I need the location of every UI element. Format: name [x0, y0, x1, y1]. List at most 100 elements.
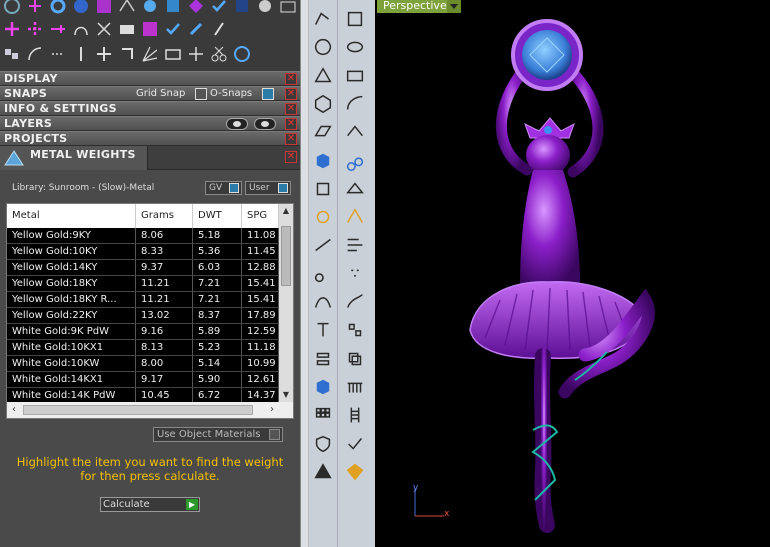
arc-icon[interactable] — [23, 42, 46, 65]
o-snaps-label[interactable]: O-Snaps — [210, 88, 252, 100]
bevel-tool-icon[interactable] — [161, 0, 184, 17]
vertical-scrollbar[interactable]: ▲ ▼ — [279, 204, 293, 402]
gv-checkbox[interactable] — [229, 183, 239, 193]
column-header[interactable]: DWT — [193, 204, 242, 228]
pyramid-icon[interactable] — [310, 459, 336, 485]
curve-tool-icon[interactable] — [69, 17, 92, 40]
check-icon[interactable] — [342, 431, 368, 457]
shield-icon[interactable] — [310, 431, 336, 457]
column-header[interactable]: SPG — [242, 204, 279, 228]
add-point-dotted-icon[interactable] — [23, 17, 46, 40]
grid-icon[interactable] — [310, 402, 336, 428]
close-icon[interactable]: ✕ — [285, 118, 297, 130]
triangle-icon[interactable] — [310, 63, 336, 89]
table-row[interactable]: Yellow Gold:10KY 8.33 5.36 11.45 — [7, 244, 279, 260]
table-row[interactable]: Yellow Gold:9KY 8.06 5.18 11.08 — [7, 228, 279, 244]
hexagon-icon[interactable] — [310, 91, 336, 117]
section-layers[interactable]: LAYERS ✕ — [0, 116, 300, 131]
close-icon[interactable]: ✕ — [285, 151, 297, 163]
grid-snap-label[interactable]: Grid Snap — [136, 88, 185, 100]
section-snaps[interactable]: SNAPS Grid Snap O-Snaps ✕ — [0, 86, 300, 101]
circle-icon[interactable] — [310, 34, 336, 60]
horizontal-scrollbar[interactable]: ‹ › — [7, 402, 293, 418]
layer-lock-icon[interactable] — [226, 118, 248, 130]
edit-tool-icon[interactable] — [184, 17, 207, 40]
measure-icon[interactable] — [310, 232, 336, 258]
ladder-icon[interactable] — [342, 402, 368, 428]
table-row[interactable]: White Gold:10KW 8.00 5.14 10.99 — [7, 356, 279, 372]
sphere-tool-icon[interactable] — [69, 0, 92, 17]
remove-point-icon[interactable] — [46, 17, 69, 40]
rotate-icon[interactable] — [115, 42, 138, 65]
circle-outline-icon[interactable] — [230, 42, 253, 65]
scroll-thumb[interactable] — [281, 226, 291, 286]
text-icon[interactable] — [310, 317, 336, 343]
column-header[interactable]: Metal — [7, 204, 136, 228]
gear-icon[interactable] — [310, 204, 336, 230]
section-projects[interactable]: PROJECTS ✕ — [0, 131, 300, 146]
polyline-icon[interactable] — [310, 6, 336, 32]
fan-icon[interactable] — [138, 42, 161, 65]
gem-tool-icon[interactable] — [184, 0, 207, 17]
use-object-materials-checkbox[interactable] — [269, 429, 280, 440]
add-point-icon[interactable] — [0, 17, 23, 40]
pattern-tool-icon[interactable] — [138, 17, 161, 40]
scroll-up-icon[interactable]: ▲ — [279, 204, 293, 218]
rect-select-icon[interactable] — [342, 6, 368, 32]
dotted-curve-icon[interactable] — [342, 289, 368, 315]
gv-toggle[interactable]: GV — [205, 181, 242, 195]
copy-icon[interactable] — [342, 346, 368, 372]
calculate-button[interactable]: Calculate ▶ — [100, 497, 200, 512]
move-icon[interactable] — [92, 42, 115, 65]
cylinder-icon[interactable] — [310, 176, 336, 202]
sweep-icon[interactable] — [342, 119, 368, 145]
ballerina-model[interactable] — [375, 0, 770, 547]
transform-tool-icon[interactable] — [23, 0, 46, 17]
close-icon[interactable]: ✕ — [285, 73, 297, 85]
table-row[interactable]: Yellow Gold:14KY 9.37 6.03 12.88 — [7, 260, 279, 276]
dots-icon[interactable] — [342, 261, 368, 287]
boolean-tool-icon[interactable] — [92, 0, 115, 17]
ellipse-icon[interactable] — [342, 34, 368, 60]
check-tool-icon[interactable] — [207, 0, 230, 17]
align-left-icon[interactable] — [342, 232, 368, 258]
close-icon[interactable]: ✕ — [285, 88, 297, 100]
cube-icon[interactable] — [310, 148, 336, 174]
picker-tool-icon[interactable] — [207, 17, 230, 40]
spheres-icon[interactable] — [342, 148, 368, 174]
user-toggle[interactable]: User — [245, 181, 291, 195]
scroll-thumb[interactable] — [23, 405, 253, 415]
rectangle-icon[interactable] — [342, 63, 368, 89]
blobs-icon[interactable] — [310, 261, 336, 287]
align-icon[interactable] — [161, 42, 184, 65]
user-checkbox[interactable] — [278, 183, 288, 193]
comb-icon[interactable] — [342, 374, 368, 400]
checkmark-icon[interactable] — [161, 17, 184, 40]
sphere-small-icon[interactable] — [253, 0, 276, 17]
column-header[interactable]: Grams — [136, 204, 193, 228]
table-row[interactable]: White Gold:9K PdW 9.16 5.89 12.59 — [7, 324, 279, 340]
cubes-icon[interactable] — [0, 42, 23, 65]
eye-icon[interactable] — [254, 118, 276, 130]
distribute-icon[interactable] — [184, 42, 207, 65]
burst-icon[interactable] — [342, 204, 368, 230]
table-row[interactable]: Yellow Gold:18KY R... 11.21 7.21 15.41 — [7, 292, 279, 308]
mirror-icon[interactable] — [69, 42, 92, 65]
table-row[interactable]: Yellow Gold:18KY 11.21 7.21 15.41 — [7, 276, 279, 292]
section-info-settings[interactable]: INFO & SETTINGS ✕ — [0, 101, 300, 116]
key-tool-icon[interactable] — [115, 17, 138, 40]
plane-icon[interactable] — [342, 176, 368, 202]
node-icon[interactable] — [342, 317, 368, 343]
shape-tool-icon[interactable] — [138, 0, 161, 17]
split-icon[interactable] — [46, 42, 69, 65]
table-row[interactable]: White Gold:10KX1 8.13 5.23 11.18 — [7, 340, 279, 356]
close-icon[interactable]: ✕ — [285, 133, 297, 145]
ring-tool-icon[interactable] — [46, 0, 69, 17]
o-snaps-toggle[interactable] — [262, 88, 274, 100]
close-icon[interactable]: ✕ — [285, 103, 297, 115]
use-object-materials-toggle[interactable]: Use Object Materials — [153, 427, 283, 442]
hierarchy-icon[interactable] — [310, 346, 336, 372]
circle-tool-icon[interactable] — [0, 0, 23, 17]
arc-curve-icon[interactable] — [342, 91, 368, 117]
scroll-left-icon[interactable]: ‹ — [7, 402, 21, 418]
